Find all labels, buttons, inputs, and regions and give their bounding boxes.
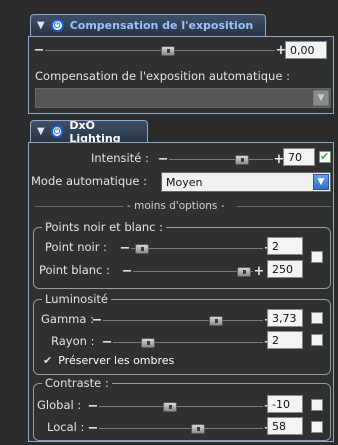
- black-point-slider[interactable]: − +: [119, 241, 275, 256]
- lighting-panel: Intensité : − + 70 Mode automatique : Mo…: [28, 142, 334, 442]
- local-slider[interactable]: − +: [87, 421, 275, 436]
- slider-knob[interactable]: [141, 337, 155, 348]
- points-legend: Points noir et blanc :: [42, 220, 167, 234]
- local-label: Local :: [47, 420, 85, 434]
- lighting-title: DxO Lighting: [69, 118, 121, 145]
- divider: [237, 206, 331, 207]
- white-point-slider-track[interactable]: [133, 266, 253, 277]
- white-point-slider[interactable]: − +: [121, 264, 265, 279]
- exposure-title: Compensation de l'exposition: [69, 19, 254, 32]
- intensity-slider-track[interactable]: [169, 154, 273, 165]
- slider-knob[interactable]: [135, 243, 149, 254]
- black-point-slider-track[interactable]: [131, 243, 263, 254]
- rayon-label: Rayon :: [51, 334, 95, 348]
- rayon-slider-track[interactable]: [113, 337, 263, 348]
- tab-dxo-lighting[interactable]: ▼ ⏻ DxO Lighting: [30, 118, 148, 145]
- local-value-field[interactable]: 58: [267, 417, 303, 435]
- gamma-slider-track[interactable]: [103, 315, 263, 326]
- black-point-label: Point noir :: [45, 240, 107, 254]
- slider-knob[interactable]: [161, 45, 175, 56]
- exposure-slider[interactable]: − +: [33, 43, 287, 58]
- luminosity-legend: Luminosité: [42, 292, 111, 306]
- rayon-value-field[interactable]: 2: [267, 331, 303, 349]
- minus-icon[interactable]: −: [91, 313, 103, 328]
- local-checkbox[interactable]: [311, 421, 323, 433]
- white-point-value-field[interactable]: 250: [267, 260, 303, 278]
- white-point-label: Point blanc :: [39, 263, 110, 277]
- exposure-value-field[interactable]: 0,00: [285, 41, 327, 59]
- global-label: Global :: [37, 398, 82, 412]
- black-point-value-field[interactable]: 2: [267, 237, 303, 255]
- minus-icon[interactable]: −: [101, 335, 113, 350]
- rayon-checkbox[interactable]: [311, 334, 323, 346]
- exposure-auto-label: Compensation de l'exposition automatique…: [35, 69, 290, 83]
- slider-knob[interactable]: [209, 315, 223, 326]
- local-slider-track[interactable]: [99, 423, 263, 434]
- tab-exposure-compensation[interactable]: ▼ ⏻ Compensation de l'exposition: [30, 14, 266, 36]
- intensity-label: Intensité :: [91, 151, 149, 165]
- minus-icon[interactable]: −: [87, 421, 99, 436]
- gamma-slider[interactable]: − +: [91, 313, 275, 328]
- power-icon[interactable]: ⏻: [50, 19, 64, 32]
- global-checkbox[interactable]: [311, 399, 323, 411]
- collapse-triangle-icon[interactable]: ▼: [37, 20, 45, 31]
- slider-knob[interactable]: [163, 401, 177, 412]
- collapse-triangle-icon[interactable]: ▼: [37, 126, 45, 137]
- slider-knob[interactable]: [237, 266, 251, 277]
- intensity-checkbox[interactable]: [319, 150, 331, 163]
- intensity-slider[interactable]: − +: [157, 152, 285, 167]
- mode-dropdown[interactable]: Moyen ▼: [161, 172, 331, 192]
- contrast-legend: Contraste :: [42, 376, 112, 390]
- slider-knob[interactable]: [191, 423, 205, 434]
- points-checkbox[interactable]: [311, 251, 323, 263]
- preserve-shadows-row[interactable]: ✔ Préserver les ombres: [43, 354, 174, 367]
- intensity-value-field[interactable]: 70: [283, 148, 315, 166]
- preserve-shadows-label: Préserver les ombres: [58, 354, 175, 367]
- rayon-slider[interactable]: − +: [101, 335, 275, 350]
- gamma-checkbox[interactable]: [311, 312, 323, 324]
- mode-value: Moyen: [166, 175, 203, 189]
- exposure-panel: − + 0,00 Compensation de l'exposition au…: [28, 36, 334, 114]
- check-icon[interactable]: ✔: [43, 354, 52, 367]
- plus-icon[interactable]: +: [253, 264, 265, 279]
- mode-label: Mode automatique :: [31, 174, 148, 188]
- chevron-down-icon[interactable]: ▼: [313, 90, 329, 106]
- exposure-slider-track[interactable]: [45, 45, 275, 56]
- global-slider[interactable]: − +: [87, 399, 275, 414]
- minus-icon[interactable]: −: [87, 399, 99, 414]
- divider: [35, 206, 123, 207]
- chevron-down-icon[interactable]: ▼: [313, 174, 329, 190]
- global-slider-track[interactable]: [99, 401, 263, 412]
- less-options-link[interactable]: - moins d'options -: [127, 200, 225, 212]
- gamma-label: Gamma :: [41, 312, 94, 326]
- exposure-auto-dropdown[interactable]: ▼: [35, 88, 331, 108]
- power-icon[interactable]: ⏻: [50, 125, 64, 138]
- minus-icon[interactable]: −: [121, 264, 133, 279]
- minus-icon[interactable]: −: [33, 43, 45, 58]
- slider-knob[interactable]: [235, 154, 249, 165]
- gamma-value-field[interactable]: 3,73: [267, 309, 303, 327]
- minus-icon[interactable]: −: [157, 152, 169, 167]
- global-value-field[interactable]: -10: [267, 395, 303, 413]
- minus-icon[interactable]: −: [119, 241, 131, 256]
